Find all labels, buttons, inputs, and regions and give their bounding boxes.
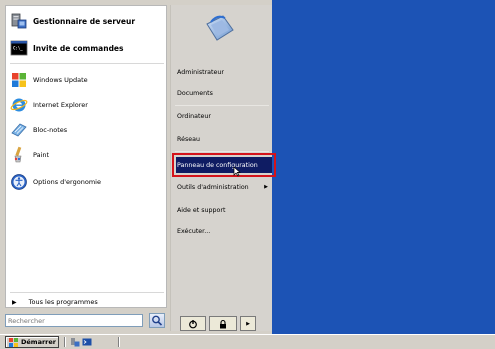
all-programs-button[interactable]: ▶ Tous les programmes [6, 295, 168, 309]
quicklaunch-powershell-icon[interactable] [82, 337, 92, 347]
program-paint[interactable]: Paint [10, 145, 49, 165]
triangle-right-icon: ▶ [264, 184, 268, 190]
menu-item-label: Documents [177, 89, 213, 97]
start-button[interactable]: Démarrer [5, 336, 59, 348]
power-icon [189, 319, 197, 328]
search-button[interactable] [149, 313, 165, 328]
divider [64, 337, 66, 347]
menu-item-label: Administrateur [177, 68, 224, 76]
screen: Gestionnaire de serveur C:\_ Invite de c… [0, 0, 495, 349]
menu-item-label: Exécuter... [177, 227, 211, 235]
divider [118, 337, 120, 347]
power-options-button[interactable]: ▶ [240, 316, 256, 331]
notepad-icon [10, 121, 28, 139]
menu-item-network[interactable]: Réseau [176, 131, 272, 147]
menu-item-label: Outils d'administration [177, 183, 249, 191]
program-notepad[interactable]: Bloc-notes [10, 120, 67, 140]
taskbar: Démarrer [0, 334, 495, 349]
accessibility-icon [10, 173, 28, 191]
program-label: Paint [33, 151, 50, 159]
menu-item-documents[interactable]: Documents [176, 85, 272, 101]
internet-explorer-icon [10, 96, 28, 114]
divider [175, 151, 269, 152]
program-label: Options d'ergonomie [33, 178, 101, 186]
menu-item-administrator[interactable]: Administrateur [176, 64, 272, 80]
pinned-label: Invite de commandes [33, 43, 124, 53]
paint-icon [10, 146, 28, 164]
start-label: Démarrer [21, 338, 56, 346]
menu-item-label: Réseau [177, 135, 200, 143]
command-prompt-icon: C:\_ [10, 39, 28, 57]
lock-button[interactable] [209, 316, 237, 331]
mouse-cursor-icon [233, 166, 241, 177]
user-picture-icon [201, 10, 237, 46]
start-menu: Gestionnaire de serveur C:\_ Invite de c… [0, 0, 276, 334]
windows-logo-icon [9, 337, 18, 347]
triangle-right-icon: ▶ [12, 298, 17, 306]
search-row [5, 313, 170, 330]
pinned-label: Gestionnaire de serveur [33, 16, 136, 26]
search-icon [152, 315, 163, 326]
divider [175, 105, 269, 106]
shutdown-button[interactable] [180, 316, 206, 331]
menu-item-help-and-support[interactable]: Aide et support [176, 202, 272, 218]
program-label: Bloc-notes [33, 126, 68, 134]
menu-item-label: Ordinateur [177, 112, 211, 120]
menu-item-run[interactable]: Exécuter... [176, 223, 272, 239]
program-windows-update[interactable]: Windows Update [10, 70, 88, 90]
menu-item-control-panel[interactable]: Panneau de configuration [172, 153, 276, 177]
menu-item-label: Panneau de configuration [177, 161, 258, 169]
start-menu-right-pane: Administrateur Documents Ordinateur Rése… [170, 5, 276, 331]
program-internet-explorer[interactable]: Internet Explorer [10, 95, 88, 115]
program-label: Windows Update [33, 76, 88, 84]
lock-icon [220, 319, 226, 328]
triangle-right-icon: ▶ [246, 320, 250, 327]
windows-update-icon [10, 71, 28, 89]
pinned-item-command-prompt[interactable]: C:\_ Invite de commandes [10, 37, 124, 59]
quicklaunch-server-manager-icon[interactable] [70, 337, 80, 347]
svg-text:C:\_: C:\_ [13, 46, 23, 51]
program-label: Internet Explorer [33, 101, 88, 109]
program-accessibility-options[interactable]: Options d'ergonomie [10, 172, 101, 192]
desktop-background[interactable] [272, 0, 495, 334]
menu-item-computer[interactable]: Ordinateur [176, 108, 272, 124]
all-programs-label: Tous les programmes [28, 298, 98, 306]
divider [10, 63, 164, 64]
search-input[interactable] [5, 314, 143, 327]
power-controls: ▶ [174, 316, 266, 331]
menu-item-administrative-tools[interactable]: Outils d'administration ▶ [176, 179, 272, 195]
server-manager-icon [10, 12, 28, 30]
start-menu-left-pane: Gestionnaire de serveur C:\_ Invite de c… [5, 5, 167, 308]
pinned-item-server-manager[interactable]: Gestionnaire de serveur [10, 10, 135, 32]
menu-item-label: Aide et support [177, 206, 226, 214]
divider [10, 292, 164, 293]
